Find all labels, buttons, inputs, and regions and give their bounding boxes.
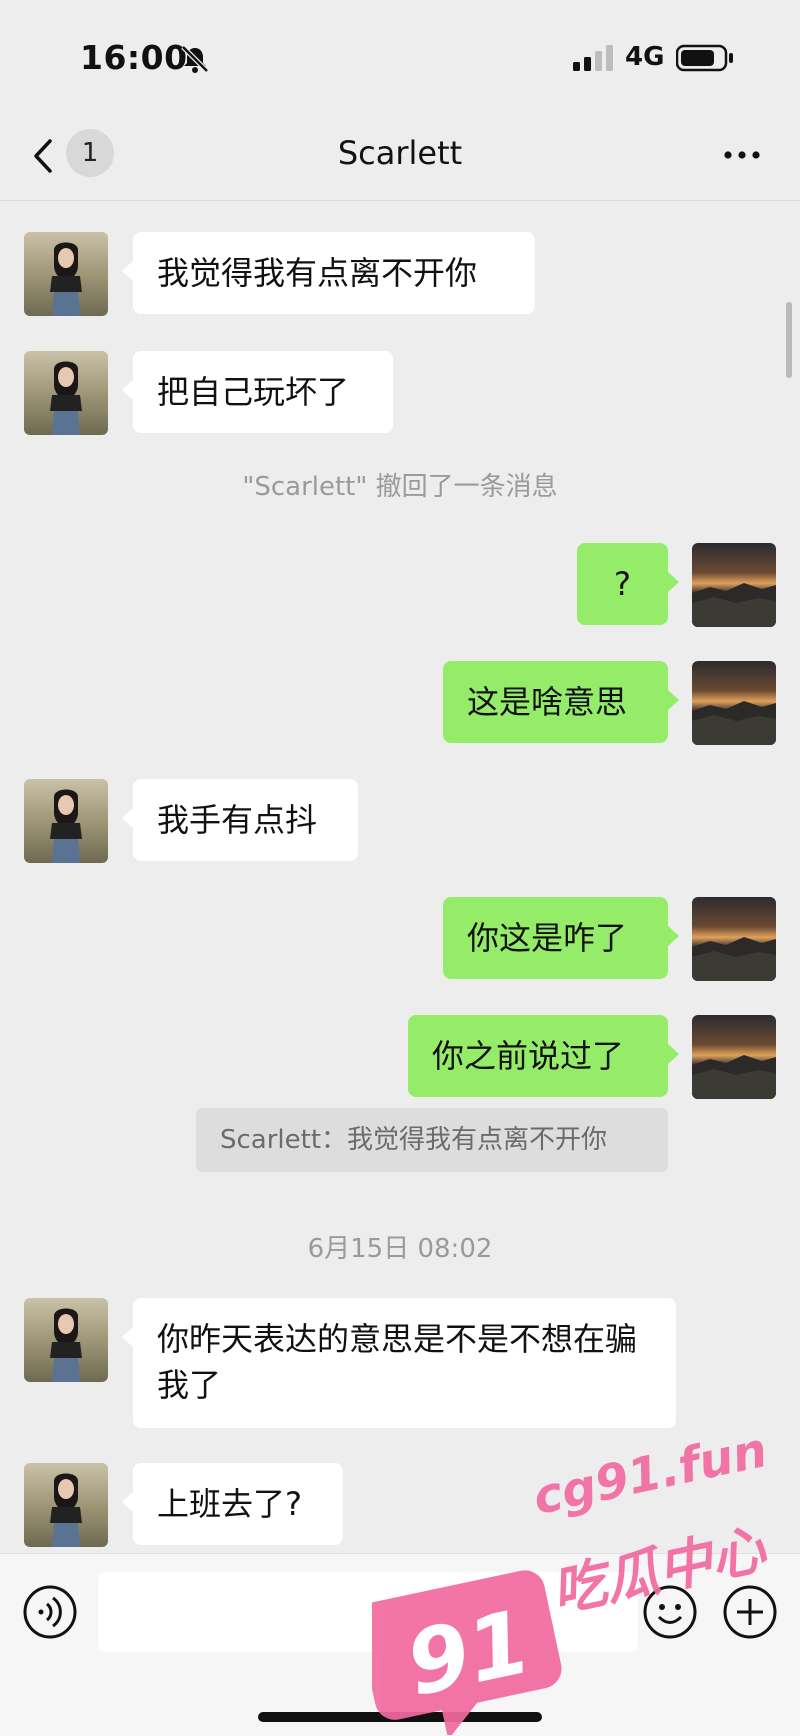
- chat-header: 1 Scarlett: [0, 110, 800, 201]
- contact-avatar[interactable]: [24, 1298, 108, 1382]
- message-bubble-incoming[interactable]: 上班去了?: [122, 1463, 343, 1545]
- status-bar: 16:00 4G: [0, 0, 800, 110]
- message-bubble-outgoing[interactable]: 这是啥意思: [443, 661, 679, 743]
- voice-input-icon[interactable]: [22, 1584, 78, 1640]
- status-time: 16:00: [80, 38, 188, 77]
- cellular-signal-icon: [573, 45, 613, 71]
- scrollbar[interactable]: [786, 302, 792, 378]
- message-bubble-incoming[interactable]: 你昨天表达的意思是不是不想在骗我了: [122, 1298, 676, 1428]
- message-bubble-outgoing[interactable]: 你这是咋了: [443, 897, 679, 979]
- contact-avatar[interactable]: [24, 779, 108, 863]
- contact-avatar[interactable]: [24, 351, 108, 435]
- network-type: 4G: [625, 42, 665, 72]
- recall-notice: "Scarlett" 撤回了一条消息: [242, 472, 558, 502]
- quoted-message[interactable]: Scarlett：我觉得我有点离不开你: [196, 1108, 668, 1172]
- message-bubble-incoming[interactable]: 我手有点抖: [122, 779, 358, 861]
- message-bubble-outgoing[interactable]: ?: [577, 543, 679, 625]
- my-avatar[interactable]: [692, 543, 776, 627]
- bell-muted-icon: [181, 45, 209, 73]
- message-bubble-outgoing[interactable]: 你之前说过了: [408, 1015, 679, 1097]
- my-avatar[interactable]: [692, 897, 776, 981]
- message-bubble-incoming[interactable]: 把自己玩坏了: [122, 351, 393, 433]
- contact-avatar[interactable]: [24, 232, 108, 316]
- chat-title: Scarlett: [337, 134, 463, 172]
- my-avatar[interactable]: [692, 1015, 776, 1099]
- chat-timestamp: 6月15日 08:02: [307, 1234, 493, 1264]
- more-options-icon[interactable]: [722, 140, 762, 170]
- battery-icon: [676, 44, 733, 72]
- contact-avatar[interactable]: [24, 1463, 108, 1547]
- message-bubble-incoming[interactable]: 我觉得我有点离不开你: [122, 232, 535, 314]
- my-avatar[interactable]: [692, 661, 776, 745]
